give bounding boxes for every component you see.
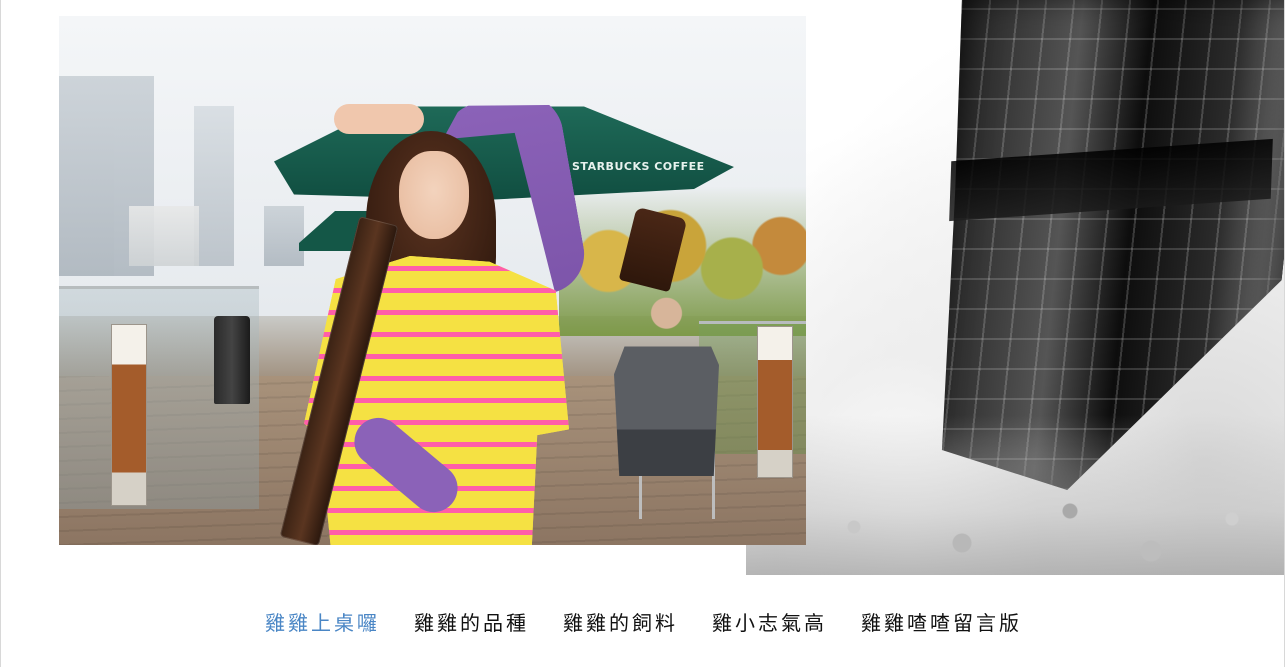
umbrella-sign: STARBUCKS COFFEE <box>572 160 705 173</box>
main-nav: 雞雞上桌囉 雞雞的品種 雞雞的飼料 雞小志氣高 雞雞喳喳留言版 <box>1 575 1284 667</box>
nav-item-home[interactable]: 雞雞上桌囉 <box>248 607 397 636</box>
deck-lamp <box>757 326 793 478</box>
face <box>399 151 469 239</box>
nav-item-feed[interactable]: 雞雞的飼料 <box>546 607 695 636</box>
photo-building <box>194 106 234 266</box>
photo-building <box>264 206 304 266</box>
header-banner: STARBUCKS COFFEE <box>1 0 1284 575</box>
page: STARBUCKS COFFEE 雞雞上桌囉 雞雞的品種 雞雞的飼料 雞小志氣高… <box>0 0 1285 667</box>
photo-building <box>129 206 199 266</box>
skyscraper-artwork <box>746 0 1284 575</box>
banner-photo: STARBUCKS COFFEE <box>59 16 806 545</box>
hand <box>334 104 424 134</box>
stormy-water <box>746 415 1284 575</box>
nav-item-ambition[interactable]: 雞小志氣高 <box>695 607 844 636</box>
trash-bin <box>214 316 250 404</box>
deck-lamp <box>111 324 147 506</box>
nav-item-breeds[interactable]: 雞雞的品種 <box>397 607 546 636</box>
nav-item-guestbook[interactable]: 雞雞喳喳留言版 <box>844 607 1039 636</box>
